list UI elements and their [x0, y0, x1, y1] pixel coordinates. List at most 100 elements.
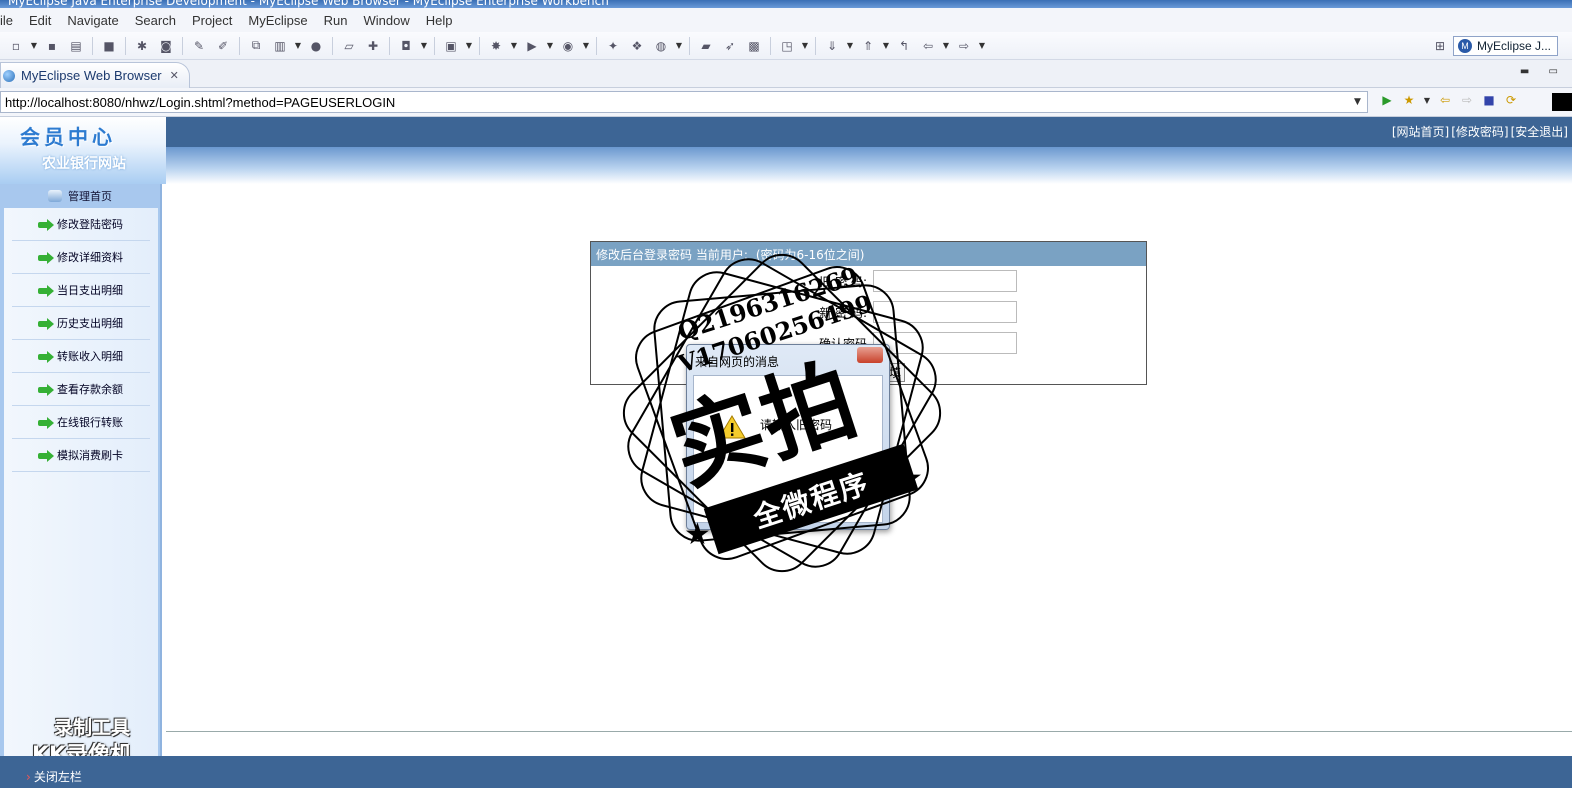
close-tab-icon[interactable]: ✕	[170, 69, 179, 82]
camera-dropdown-icon[interactable]: ▼	[420, 38, 428, 54]
menu-project[interactable]: Project	[184, 13, 240, 28]
globe-icon	[3, 69, 15, 82]
window-title: MyEclipse Java Enterprise Development - …	[8, 0, 609, 8]
new-wizard-icon[interactable]: ▣	[443, 38, 459, 54]
debug-server-icon[interactable]: ✱	[134, 38, 150, 54]
alert-dialog: 来自网页的消息 请输入旧密码	[686, 344, 890, 530]
sidebar-item-edit-details[interactable]: 修改详细资料	[12, 241, 150, 274]
open-resource-dropdown-icon[interactable]: ▼	[294, 38, 302, 54]
menu-search[interactable]: Search	[127, 13, 184, 28]
myeclipse-perspective-button[interactable]: M MyEclipse J...	[1452, 36, 1558, 56]
sidebar-home[interactable]: 管理首页	[0, 184, 160, 208]
menu-navigate[interactable]: Navigate	[59, 13, 126, 28]
sidebar-item-label: 历史支出明细	[57, 317, 123, 330]
menu-window[interactable]: Window	[356, 13, 418, 28]
green-arrow-icon	[38, 218, 54, 231]
perspective-label: MyEclipse J...	[1476, 39, 1551, 53]
last-edit-icon[interactable]: ↰	[896, 38, 912, 54]
new-wizard-dropdown-icon[interactable]: ▼	[465, 38, 473, 54]
tab-web-browser[interactable]: MyEclipse Web Browser ✕	[0, 62, 190, 88]
go-icon[interactable]: ▶	[1379, 92, 1395, 108]
new-password-input[interactable]	[873, 301, 1017, 323]
menu-file[interactable]: ile	[0, 13, 21, 28]
add-icon[interactable]: ✚	[365, 38, 381, 54]
prev-annotation-dropdown-icon[interactable]: ▼	[882, 38, 890, 54]
sidebar-item-change-login-password[interactable]: 修改登陆密码	[12, 208, 150, 241]
search-folder-dropdown-icon[interactable]: ▼	[801, 38, 809, 54]
refresh-icon[interactable]: ⟳	[1503, 92, 1519, 108]
confirm-password-input[interactable]	[873, 332, 1017, 354]
green-arrow-icon	[38, 416, 54, 429]
url-history-dropdown-icon[interactable]: ▼	[1354, 97, 1361, 107]
prev-annotation-icon[interactable]: ⇑	[860, 38, 876, 54]
external-tools-dropdown-icon[interactable]: ▼	[582, 38, 590, 54]
back-icon[interactable]: ⇦	[1437, 92, 1453, 108]
save-icon[interactable]: ▪	[44, 38, 60, 54]
new-class-dropdown-icon[interactable]: ▼	[675, 38, 683, 54]
run-dropdown-icon[interactable]: ▼	[546, 38, 554, 54]
new-icon[interactable]: ▫	[8, 38, 24, 54]
content-divider	[166, 731, 1572, 732]
forward-icon[interactable]: ⇨	[956, 38, 972, 54]
close-left-panel-link[interactable]: 关闭左栏	[26, 768, 82, 785]
new-class-icon[interactable]: ◍	[653, 38, 669, 54]
print-icon[interactable]: ▤	[68, 38, 84, 54]
sidebar-item-history-expense[interactable]: 历史支出明细	[12, 307, 150, 340]
toolbar-separator	[434, 36, 435, 55]
open-project-icon[interactable]: ▰	[698, 38, 714, 54]
old-password-input[interactable]	[873, 270, 1017, 292]
next-annotation-dropdown-icon[interactable]: ▼	[846, 38, 854, 54]
menu-run[interactable]: Run	[316, 13, 356, 28]
external-tools-icon[interactable]: ◉	[560, 38, 576, 54]
toolbar-separator	[389, 36, 390, 55]
search-folder-icon[interactable]: ◳	[779, 38, 795, 54]
menu-myeclipse[interactable]: MyEclipse	[240, 13, 315, 28]
alert-close-button[interactable]	[857, 347, 883, 363]
back-icon[interactable]: ⇦	[920, 38, 936, 54]
site-sidebar: 管理首页 修改登陆密码 修改详细资料 当日支出明细 历史支出明细 转账收入明细 …	[0, 184, 162, 768]
new-java-project-icon[interactable]: ✦	[605, 38, 621, 54]
run-icon[interactable]: ▶	[524, 38, 540, 54]
sidebar-item-online-transfer[interactable]: 在线银行转账	[12, 406, 150, 439]
url-input[interactable]: http://localhost:8080/nhwz/Login.shtml?m…	[0, 91, 1368, 113]
view-controls[interactable]: ▬ ▭	[1520, 66, 1566, 77]
menu-help[interactable]: Help	[418, 13, 461, 28]
briefcase-icon[interactable]: ▩	[746, 38, 762, 54]
editor-tab-bar: MyEclipse Web Browser ✕	[0, 60, 1572, 88]
link-home[interactable]: [网站首页]	[1392, 125, 1449, 139]
forward-dropdown-icon[interactable]: ▼	[978, 38, 986, 54]
next-annotation-icon[interactable]: ⇓	[824, 38, 840, 54]
back-dropdown-icon[interactable]: ▼	[942, 38, 950, 54]
sidebar-item-transfer-income[interactable]: 转账收入明细	[12, 340, 150, 373]
debug-dropdown-icon[interactable]: ▼	[510, 38, 518, 54]
main-toolbar: ▫ ▼ ▪ ▤ ■ ✱ ◙ ✎ ✐ ⧉ ▥ ▼ ● ▱ ✚ ◘ ▼ ▣ ▼ ✸ ▼ ▶ ▼ ◉ ▼ ✦ ❖…	[0, 32, 1572, 60]
site-brand: 会员中心	[20, 125, 116, 149]
forward-icon[interactable]: ⇨	[1459, 92, 1475, 108]
toolbar-separator	[239, 36, 240, 55]
computer-icon	[48, 190, 62, 202]
open-folder-icon[interactable]: ▱	[341, 38, 357, 54]
sidebar-item-label: 当日支出明细	[57, 284, 123, 297]
sidebar-item-card-swipe[interactable]: 模拟消费刷卡	[12, 439, 150, 472]
favorites-icon[interactable]: ★	[1401, 92, 1417, 108]
favorites-dropdown-icon[interactable]: ▼	[1423, 92, 1431, 108]
new-dropdown-icon[interactable]: ▼	[30, 38, 38, 54]
globe-icon[interactable]: ●	[308, 38, 324, 54]
sidebar-item-balance[interactable]: 查看存款余额	[12, 373, 150, 406]
sidebar-item-daily-expense[interactable]: 当日支出明细	[12, 274, 150, 307]
open-resource-icon[interactable]: ▥	[272, 38, 288, 54]
open-type-icon[interactable]: ⧉	[248, 38, 264, 54]
open-perspective-icon[interactable]: ⊞	[1432, 38, 1448, 54]
camera-icon[interactable]: ◘	[398, 38, 414, 54]
new-package-icon[interactable]: ❖	[629, 38, 645, 54]
package-icon[interactable]: ■	[101, 38, 117, 54]
stop-icon[interactable]: ■	[1481, 92, 1497, 108]
menu-edit[interactable]: Edit	[21, 13, 59, 28]
deploy-icon[interactable]: ✎	[191, 38, 207, 54]
server-icon[interactable]: ◙	[158, 38, 174, 54]
link-logout[interactable]: [安全退出]	[1511, 125, 1568, 139]
debug-icon[interactable]: ✸	[488, 38, 504, 54]
rocket-icon[interactable]: ➶	[722, 38, 738, 54]
link-change-password[interactable]: [修改密码]	[1451, 125, 1508, 139]
undeploy-icon[interactable]: ✐	[215, 38, 231, 54]
